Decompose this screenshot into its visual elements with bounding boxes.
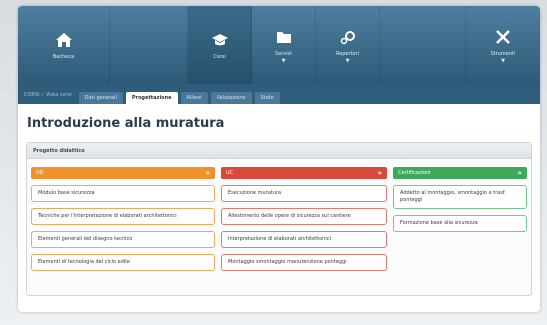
- nav-label: Repertori: [335, 50, 360, 57]
- nav-item-bacheca[interactable]: Bacheca: [18, 6, 110, 84]
- nav-label: Servizi: [275, 50, 292, 57]
- nav-label: Strumenti: [490, 50, 516, 57]
- list-item[interactable]: Elementi di tecnologia del ciclo edile: [31, 254, 215, 271]
- gears-icon: [340, 30, 355, 44]
- breadcrumb-tab-bar: CORSI » Vista corsi Dati generali Proget…: [18, 84, 540, 104]
- list-item[interactable]: Addetto al montaggio, smontaggio e trasf…: [393, 185, 527, 209]
- chevron-down-icon: ▼: [345, 57, 350, 64]
- graduation-cap-icon: [211, 34, 228, 46]
- uc-column-title: UC: [226, 170, 234, 176]
- certificazioni-column: Certificazioni » Addetto al montaggio, s…: [393, 167, 527, 232]
- panel-title: Progetto didattico: [27, 143, 531, 159]
- list-item[interactable]: Modulo base sicurezza: [31, 185, 215, 202]
- list-item[interactable]: Formazione base alla sicurezza: [393, 215, 527, 232]
- list-item[interactable]: Allestimento delle opere di sicurezza su…: [221, 208, 387, 225]
- folder-icon: [276, 31, 291, 43]
- nav-label: Bacheca: [52, 54, 75, 60]
- tab-valutazione[interactable]: Valutazione: [210, 92, 252, 104]
- breadcrumb-current[interactable]: Vista corsi: [46, 92, 72, 98]
- nav-spacer: [380, 6, 466, 84]
- breadcrumb: CORSI » Vista corsi: [22, 92, 76, 104]
- list-item[interactable]: Esecuzione muratura: [221, 185, 387, 202]
- nav-item-servizi[interactable]: Servizi ▼: [252, 6, 316, 84]
- cert-column-header[interactable]: Certificazioni »: [393, 167, 527, 179]
- list-item[interactable]: Interpretazione di elaborati architetton…: [221, 231, 387, 248]
- breadcrumb-root[interactable]: CORSI: [24, 92, 40, 98]
- double-chevron-right-icon: »: [517, 168, 522, 177]
- chevron-down-icon: ▼: [501, 57, 505, 64]
- ud-column-title: UD: [36, 170, 44, 176]
- app-window: Bacheca Corsi Servizi ▼ Repertori ▼ Stru…: [18, 6, 540, 312]
- project-panel: Progetto didattico UD » Modulo base sicu…: [26, 142, 532, 296]
- list-item[interactable]: Montaggio smontaggio manutenzione ponteg…: [221, 254, 387, 271]
- chevron-down-icon: ▼: [281, 57, 286, 64]
- home-icon: [55, 33, 72, 47]
- nav-spacer: [110, 6, 188, 84]
- tab-progettazione[interactable]: Progettazione: [125, 92, 178, 104]
- uc-column: UC » Esecuzione muratura Allestimento de…: [221, 167, 387, 271]
- ud-column-header[interactable]: UD »: [31, 167, 215, 179]
- tab-stato[interactable]: Stato: [254, 92, 280, 104]
- nav-item-repertori[interactable]: Repertori ▼: [316, 6, 380, 84]
- list-item[interactable]: Elementi generali del disegno tecnico: [31, 231, 215, 248]
- double-chevron-right-icon: »: [377, 168, 382, 177]
- ud-column: UD » Modulo base sicurezza Tecniche per …: [31, 167, 215, 271]
- double-chevron-right-icon: »: [205, 168, 210, 177]
- nav-label: Corsi: [213, 54, 226, 60]
- tab-allievi[interactable]: Allievi: [180, 92, 208, 104]
- page-title: Introduzione alla muratura: [27, 116, 225, 131]
- cert-column-title: Certificazioni: [398, 170, 431, 176]
- tab-dati-generali[interactable]: Dati generali: [78, 92, 123, 104]
- tools-icon: [496, 29, 510, 44]
- nav-item-corsi[interactable]: Corsi: [188, 6, 252, 84]
- top-navigation: Bacheca Corsi Servizi ▼ Repertori ▼ Stru…: [18, 6, 540, 84]
- list-item[interactable]: Tecniche per l'interpretazione di elabor…: [31, 208, 215, 225]
- uc-column-header[interactable]: UC »: [221, 167, 387, 179]
- nav-item-strumenti[interactable]: Strumenti ▼: [466, 6, 540, 84]
